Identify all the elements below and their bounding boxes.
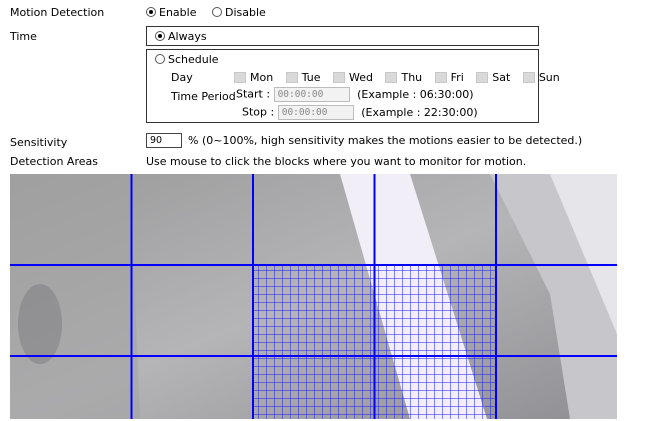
time-period-label: Time Period	[171, 90, 236, 103]
start-example: (Example : 06:30:00)	[357, 87, 474, 101]
always-label: Always	[168, 30, 207, 43]
day-label: Day	[171, 71, 193, 84]
day-fri[interactable]: Fri	[434, 71, 464, 84]
schedule-radio[interactable]	[155, 54, 165, 64]
selected-block[interactable]	[374, 265, 497, 356]
start-label: Start :	[236, 87, 271, 101]
sun-label: Sun	[538, 71, 560, 84]
sat-checkbox[interactable]	[476, 72, 489, 83]
mon-label: Mon	[250, 71, 274, 84]
sat-label: Sat	[492, 71, 511, 84]
always-box: Always	[146, 26, 539, 46]
enable-option[interactable]: Enable	[146, 6, 200, 19]
day-wed[interactable]: Wed	[333, 71, 373, 84]
enable-radio[interactable]	[146, 7, 156, 17]
start-time-input[interactable]: 00:00:00	[273, 87, 350, 102]
selected-block[interactable]	[253, 265, 375, 356]
detection-areas-instruction: Use mouse to click the blocks where you …	[146, 155, 527, 168]
day-mon[interactable]: Mon	[234, 71, 273, 84]
day-sun[interactable]: Sun	[522, 71, 560, 84]
sun-checkbox[interactable]	[522, 72, 535, 83]
tue-checkbox[interactable]	[285, 72, 298, 83]
stop-time-input[interactable]: 00:00:00	[277, 105, 354, 120]
disable-option[interactable]: Disable	[211, 6, 266, 19]
detection-areas-label: Detection Areas	[10, 155, 98, 168]
motion-detection-label: Motion Detection	[10, 6, 105, 19]
fri-label: Fri	[450, 71, 464, 84]
always-radio[interactable]	[155, 31, 165, 41]
thu-checkbox[interactable]	[385, 72, 398, 83]
wed-checkbox[interactable]	[333, 72, 345, 83]
tue-label: Tue	[301, 71, 321, 84]
camera-detection-grid[interactable]	[10, 174, 617, 419]
stop-example: (Example : 22:30:00)	[361, 105, 478, 119]
time-label: Time	[10, 30, 37, 43]
sensitivity-input[interactable]: 90	[146, 133, 182, 148]
schedule-box: Schedule Day Mon Tue Wed Thu Fri Sat Sun…	[146, 49, 560, 123]
selected-block[interactable]	[374, 356, 497, 419]
day-sat[interactable]: Sat	[476, 71, 510, 84]
enable-label: Enable	[159, 6, 197, 19]
schedule-label: Schedule	[168, 53, 219, 66]
disable-label: Disable	[224, 6, 266, 19]
sensitivity-label: Sensitivity	[10, 136, 68, 149]
stop-label: Stop :	[242, 105, 275, 119]
selected-block[interactable]	[253, 356, 375, 419]
mon-checkbox[interactable]	[234, 72, 246, 83]
wed-label: Wed	[349, 71, 373, 84]
day-checkboxes: Mon Tue Wed Thu Fri Sat Sun	[234, 71, 560, 84]
thu-label: Thu	[401, 71, 423, 84]
sensitivity-note: % (0~100%, high sensitivity makes the mo…	[188, 134, 583, 147]
disable-radio[interactable]	[211, 7, 222, 17]
day-thu[interactable]: Thu	[385, 71, 422, 84]
day-tue[interactable]: Tue	[285, 71, 321, 84]
fri-checkbox[interactable]	[434, 72, 447, 83]
